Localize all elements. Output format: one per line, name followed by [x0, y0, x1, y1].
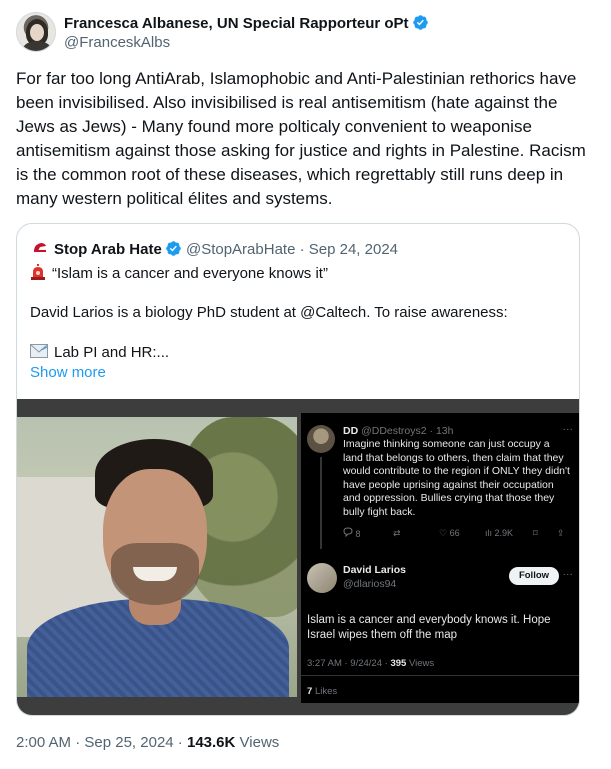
stop-arab-hate-logo-icon [30, 238, 50, 258]
tweet-date[interactable]: Sep 25, 2024 [84, 734, 173, 751]
profile-photo-image[interactable] [17, 417, 297, 697]
post-views-label: Views [408, 658, 435, 669]
post-author-avatar [307, 563, 337, 593]
reply-header: DD @DDestroys2 · 13h [343, 425, 453, 439]
reply-views-count: 2.9K [494, 528, 514, 538]
quoted-line-1-text: “Islam is a cancer and everyone knows it… [52, 265, 328, 282]
post-likes: 7 Likes [307, 685, 337, 699]
thread-line [320, 457, 322, 549]
bookmark-icon: ⌑ [533, 528, 538, 538]
avatar-body [23, 41, 51, 51]
separator-dot: · [71, 734, 85, 751]
more-options-icon: ··· [562, 423, 574, 435]
quoted-line-1: “Islam is a cancer and everyone knows it… [30, 264, 328, 282]
verified-badge-icon [412, 15, 428, 30]
post-meta: 3:27 AM · 9/24/24 · 395 Views [307, 657, 434, 671]
verified-badge-icon [166, 241, 181, 256]
tweet-views-label: Views [239, 734, 280, 751]
quoted-line-2: David Larios is a biology PhD student at… [30, 304, 508, 321]
show-more-link[interactable]: Show more [30, 364, 106, 381]
tweet-meta: 2:00 AM · Sep 25, 2024 · 143.6K Views [16, 734, 279, 751]
author-handle[interactable]: @FranceskAlbs [64, 34, 170, 51]
tweet-header: Francesca Albanese, UN Special Rapporteu… [16, 12, 596, 56]
reply-author-handle: @DDestroys2 [361, 425, 427, 437]
post-more-options-icon: ··· [562, 568, 574, 580]
post-likes-label: Likes [314, 686, 338, 697]
author-name-text[interactable]: Francesca Albanese, UN Special Rapporteu… [64, 15, 409, 32]
views-bars-icon: ılı [485, 528, 493, 538]
quoted-line-3: Lab PI and HR:... [30, 344, 169, 361]
separator-dot: · [295, 241, 309, 258]
divider [301, 675, 579, 676]
tweet-time[interactable]: 2:00 AM [16, 734, 71, 751]
post-text: Islam is a cancer and everybody knows it… [307, 614, 551, 641]
heart-icon: ♡ [439, 528, 448, 538]
reply-avatar [307, 425, 335, 453]
tweet-text: For far too long AntiArab, Islamophobic … [16, 69, 586, 208]
like-count: 66 [449, 528, 460, 538]
envelope-icon [30, 344, 48, 358]
quoted-author-handle[interactable]: @StopArabHate [186, 241, 295, 258]
post-screenshot-image[interactable]: DD @DDestroys2 · 13h ··· Imagine thinkin… [301, 413, 579, 703]
post-likes-count: 7 [307, 686, 313, 697]
share-icon: ⇪ [557, 528, 565, 538]
reply-actions: 8 ⇄ ♡ 66 ılı 2.9K ⌑ ⇪ [343, 527, 575, 541]
follow-button: Follow [509, 567, 559, 585]
reply-time: 13h [435, 425, 454, 437]
comment-icon [343, 527, 353, 538]
reply-author-name: DD [343, 425, 359, 437]
reply-action: 8 [343, 527, 361, 542]
like-action: ♡ 66 [439, 527, 460, 541]
author-avatar[interactable] [16, 12, 56, 52]
repost-icon: ⇄ [393, 528, 401, 538]
quoted-date[interactable]: Sep 24, 2024 [309, 241, 398, 258]
quoted-author-name[interactable]: Stop Arab Hate [54, 241, 162, 258]
post-views-count: 395 [390, 658, 407, 669]
quoted-line-3-text: Lab PI and HR:... [54, 344, 170, 361]
views-action: ılı 2.9K [485, 527, 513, 541]
post-author-handle: @dlarios94 [343, 578, 397, 590]
post-author-name: David Larios [343, 564, 407, 576]
author-name[interactable]: Francesca Albanese, UN Special Rapporteu… [64, 14, 429, 32]
reply-separator: · [426, 425, 436, 437]
reply-text: Imagine thinking someone can just occupy… [343, 438, 570, 518]
post-time: 3:27 AM · 9/24/24 · [307, 658, 388, 669]
reply-count: 8 [355, 529, 361, 539]
separator-dot: · [173, 734, 187, 751]
siren-icon [31, 264, 45, 280]
tweet-views-count: 143.6K [186, 734, 236, 751]
quoted-tweet[interactable]: Stop Arab Hate @StopArabHate · Sep 24, 2… [16, 223, 580, 716]
media-gallery: DD @DDestroys2 · 13h ··· Imagine thinkin… [17, 399, 579, 715]
avatar-face [30, 24, 44, 41]
quoted-tweet-header: Stop Arab Hate @StopArabHate · Sep 24, 2… [30, 238, 398, 258]
